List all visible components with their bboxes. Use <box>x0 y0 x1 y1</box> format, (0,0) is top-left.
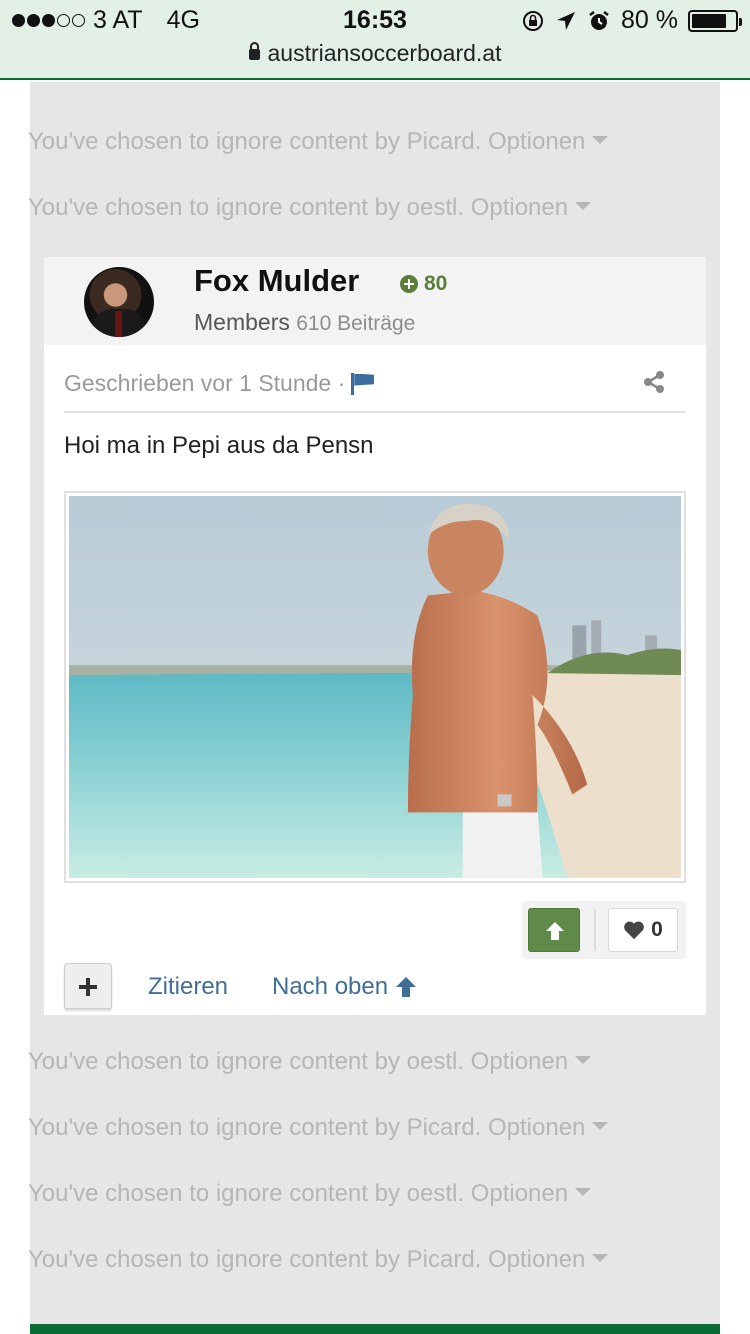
ignored-post: You've chosen to ignore content by oestl… <box>28 1180 592 1208</box>
reaction-bar: 0 <box>522 901 686 959</box>
post-count: 610 Beiträge <box>296 312 416 335</box>
caret-down-icon <box>592 135 609 144</box>
ignored-text: You've chosen to ignore content by oestl… <box>28 1048 464 1075</box>
ignored-text: You've chosen to ignore content by Picar… <box>28 128 482 155</box>
options-dropdown[interactable]: Optionen <box>471 1180 592 1207</box>
posted-time[interactable]: Geschrieben vor 1 Stunde · <box>64 370 345 397</box>
ignored-post: You've chosen to ignore content by oestl… <box>28 194 592 222</box>
reaction-separator <box>594 909 596 951</box>
caret-down-icon <box>575 1187 592 1196</box>
ignored-post: You've chosen to ignore content by Picar… <box>28 1246 609 1274</box>
ignored-text: You've chosen to ignore content by oestl… <box>28 1180 464 1207</box>
ignored-post: You've chosen to ignore content by oestl… <box>28 1048 592 1076</box>
caret-down-icon <box>592 1253 609 1262</box>
author-meta: Members 610 Beiträge <box>194 309 415 336</box>
ignored-text: You've chosen to ignore content by oestl… <box>28 194 464 221</box>
ignored-text: You've chosen to ignore content by Picar… <box>28 1246 482 1273</box>
ignored-post: You've chosen to ignore content by Picar… <box>28 1114 609 1142</box>
browser-status-bar: 3 AT 4G 16:53 80 % austriansoccerboard.a… <box>0 0 750 80</box>
lock-icon <box>248 42 260 60</box>
divider <box>64 411 686 413</box>
quote-link[interactable]: Zitieren <box>148 973 228 1001</box>
share-icon[interactable] <box>642 370 666 394</box>
address-bar[interactable]: austriansoccerboard.at <box>0 40 750 67</box>
ignored-text: You've chosen to ignore content by Picar… <box>28 1114 482 1141</box>
post-date: Geschrieben vor 1 Stunde · <box>64 370 375 397</box>
options-dropdown[interactable]: Optionen <box>488 1114 609 1141</box>
upvote-button[interactable] <box>528 908 580 952</box>
avatar[interactable] <box>84 267 154 337</box>
back-to-top-link[interactable]: Nach oben <box>272 973 418 1001</box>
multiquote-plus-button[interactable] <box>64 963 112 1009</box>
heart-icon <box>624 921 644 940</box>
ignored-post: You've chosen to ignore content by Picar… <box>28 128 609 156</box>
status-icons: 80 % <box>521 6 742 35</box>
like-button[interactable]: 0 <box>608 908 678 952</box>
member-group: Members <box>194 309 290 335</box>
options-dropdown[interactable]: Optionen <box>488 128 609 155</box>
post-body-text: Hoi ma in Pepi aus da Pensn <box>64 432 374 459</box>
back-to-top-label: Nach oben <box>272 973 389 1000</box>
post-image[interactable] <box>64 491 686 883</box>
report-flag-icon[interactable] <box>351 372 375 395</box>
arrow-up-icon <box>546 922 564 940</box>
author-name[interactable]: Fox Mulder <box>194 263 359 299</box>
options-dropdown[interactable]: Optionen <box>471 194 592 221</box>
post-author-bar: Fox Mulder 80 Members 610 Beiträge <box>44 257 706 345</box>
url-text: austriansoccerboard.at <box>267 40 502 66</box>
battery-percent: 80 % <box>621 6 678 34</box>
caret-down-icon <box>592 1121 609 1130</box>
alarm-clock-icon <box>589 10 609 30</box>
caret-down-icon <box>575 1055 592 1064</box>
footer-bar <box>30 1324 720 1334</box>
rotation-lock-icon <box>523 10 544 31</box>
reputation-badge: 80 <box>400 272 447 296</box>
forum-post: Fox Mulder 80 Members 610 Beiträge Gesch… <box>44 257 706 1015</box>
options-dropdown[interactable]: Optionen <box>471 1048 592 1075</box>
caret-down-icon <box>575 201 592 210</box>
location-arrow-icon <box>557 11 576 30</box>
like-count: 0 <box>651 918 663 941</box>
plus-circle-icon <box>400 275 418 293</box>
battery-icon <box>688 9 742 32</box>
reputation-value: 80 <box>424 272 448 295</box>
options-dropdown[interactable]: Optionen <box>488 1246 609 1273</box>
arrow-up-icon <box>396 977 417 997</box>
